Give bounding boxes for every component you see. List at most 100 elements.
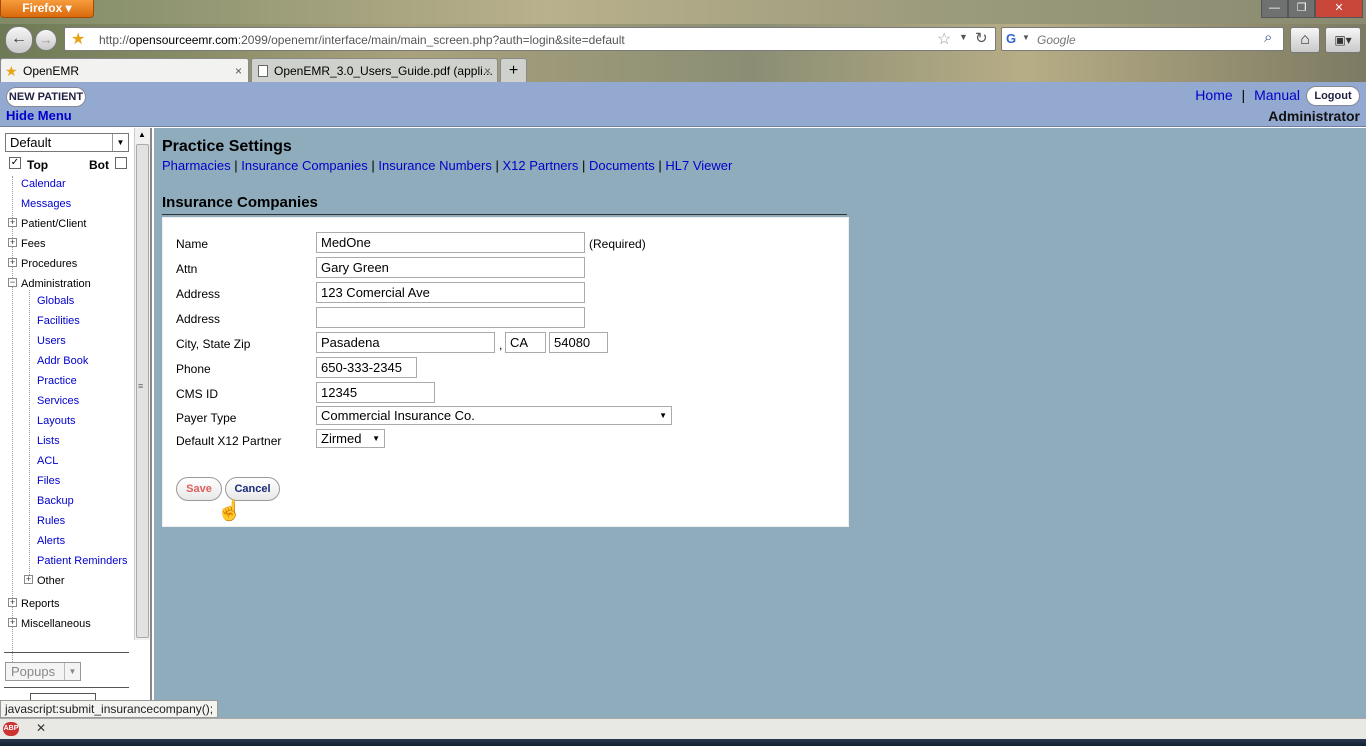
popups-label: Popups — [11, 664, 56, 679]
expand-icon[interactable]: + — [8, 598, 17, 607]
url-bar[interactable]: ★ http://opensourceemr.com:2099/openemr/… — [64, 27, 996, 51]
practice-settings-nav: Pharmacies | Insurance Companies | Insur… — [162, 158, 732, 173]
sidebar-item-miscellaneous[interactable]: Miscellaneous — [21, 618, 91, 630]
sidebar-item-lists[interactable]: Lists — [37, 435, 60, 447]
forward-button[interactable]: → — [35, 29, 57, 51]
save-button[interactable]: Save — [176, 477, 222, 501]
sidebar-item-reports[interactable]: Reports — [21, 598, 60, 610]
sidebar-item-calendar[interactable]: Calendar — [21, 178, 66, 190]
city-field[interactable]: Pasadena — [316, 332, 495, 353]
nav-link-insurance-companies[interactable]: Insurance Companies — [241, 158, 367, 173]
attn-field[interactable]: Gary Green — [316, 257, 585, 278]
sidebar-item-procedures[interactable]: Procedures — [21, 258, 77, 270]
hand-cursor-icon: ☝ — [217, 500, 242, 522]
search-icon[interactable]: ⌕ — [1264, 29, 1272, 46]
search-input[interactable]: Google — [1037, 33, 1076, 47]
plus-icon: + — [508, 62, 519, 79]
sidebar-item-rules[interactable]: Rules — [37, 515, 65, 527]
sidebar-item-acl[interactable]: ACL — [37, 455, 58, 467]
close-addon-bar-icon[interactable]: ✕ — [36, 721, 46, 735]
home-button[interactable]: ⌂ — [1290, 27, 1320, 53]
sidebar-item-layouts[interactable]: Layouts — [37, 415, 76, 427]
address-line1-field[interactable]: 123 Comercial Ave — [316, 282, 585, 303]
zip-field[interactable]: 54080 — [549, 332, 608, 353]
manual-link[interactable]: Manual — [1254, 87, 1300, 103]
hide-menu-link[interactable]: Hide Menu — [6, 108, 72, 123]
phone-field[interactable]: 650-333-2345 — [316, 357, 417, 378]
popups-select[interactable]: Popups ▼ — [5, 662, 81, 681]
expand-icon[interactable]: + — [8, 258, 17, 267]
sidebar-item-patient-reminders[interactable]: Patient Reminders — [37, 555, 128, 567]
back-arrow-icon: ← — [11, 30, 27, 47]
address-line2-field[interactable] — [316, 307, 585, 328]
sidebar-item-practice[interactable]: Practice — [37, 375, 77, 387]
reload-icon[interactable]: ↻ — [975, 29, 988, 47]
back-button[interactable]: ← — [5, 26, 33, 54]
x12-partner-select[interactable]: Zirmed ▼ — [316, 429, 385, 448]
expand-icon[interactable]: + — [8, 218, 17, 227]
sidebar-item-alerts[interactable]: Alerts — [37, 535, 65, 547]
minimize-icon[interactable]: — — [1261, 0, 1288, 18]
sidebar-item-files[interactable]: Files — [37, 475, 60, 487]
scrollbar-thumb[interactable]: ≡ — [136, 144, 149, 638]
chevron-down-icon: ▼ — [659, 411, 667, 420]
nav-link-pharmacies[interactable]: Pharmacies — [162, 158, 231, 173]
nav-link-hl7-viewer[interactable]: HL7 Viewer — [665, 158, 732, 173]
sidebar-item-patient-client[interactable]: Patient/Client — [21, 218, 86, 230]
address-label: Address — [176, 287, 221, 301]
link-separator: | — [581, 158, 586, 173]
sidebar-item-fees[interactable]: Fees — [21, 238, 45, 250]
collapse-icon[interactable]: − — [8, 278, 17, 287]
home-link[interactable]: Home — [1195, 87, 1232, 103]
section-title: Insurance Companies — [162, 194, 847, 215]
tab-users-guide[interactable]: OpenEMR_3.0_Users_Guide.pdf (appli... × — [251, 58, 498, 83]
tab-openemr[interactable]: ★ OpenEMR × — [0, 58, 249, 83]
star-outline-icon[interactable]: ☆ — [937, 29, 951, 49]
top-checkbox[interactable]: ✓ — [9, 157, 21, 169]
status-bar: javascript:submit_insurancecompany(); — [0, 700, 219, 718]
chevron-down-icon[interactable]: ▼ — [959, 32, 968, 42]
sidebar-scrollbar[interactable]: ▲ ≡ — [134, 128, 150, 640]
name-field[interactable]: MedOne — [316, 232, 585, 253]
scroll-up-icon[interactable]: ▲ — [138, 130, 146, 139]
menu-set-select[interactable]: Default ▼ — [5, 133, 129, 152]
nav-link-x12-partners[interactable]: X12 Partners — [502, 158, 578, 173]
state-field[interactable]: CA — [505, 332, 546, 353]
nav-link-insurance-numbers[interactable]: Insurance Numbers — [378, 158, 491, 173]
sidebar-item-messages[interactable]: Messages — [21, 198, 71, 210]
firefox-menu-button[interactable]: Firefox ▾ — [0, 0, 94, 18]
addon-bar: ABP ✕ — [0, 718, 1366, 739]
close-tab-icon[interactable]: × — [484, 59, 491, 83]
sidebar-item-facilities[interactable]: Facilities — [37, 315, 80, 327]
payer-type-select[interactable]: Commercial Insurance Co. ▼ — [316, 406, 672, 425]
adblock-icon[interactable]: ABP — [3, 722, 19, 736]
expand-icon[interactable]: + — [24, 575, 33, 584]
new-patient-button[interactable]: NEW PATIENT — [6, 87, 86, 107]
link-separator: | — [371, 158, 375, 173]
expand-icon[interactable]: + — [8, 618, 17, 627]
nav-link-documents[interactable]: Documents — [589, 158, 655, 173]
sidebar-item-other[interactable]: Other — [37, 575, 65, 587]
openemr-app: NEW PATIENT Hide Menu Home | Manual Logo… — [0, 82, 1366, 718]
maximize-icon[interactable]: ❐ — [1288, 0, 1315, 18]
cms-id-field[interactable]: 12345 — [316, 382, 435, 403]
bot-checkbox[interactable] — [115, 157, 127, 169]
main-content: Practice Settings Pharmacies | Insurance… — [154, 128, 1366, 718]
addon-toolbar-button[interactable]: ▣▾ — [1325, 27, 1361, 53]
sidebar-menu: Default ▼ ✓ Top Bot Calendar Messages + … — [0, 128, 152, 718]
sidebar-item-backup[interactable]: Backup — [37, 495, 74, 507]
expand-icon[interactable]: + — [8, 238, 17, 247]
close-window-icon[interactable]: ✕ — [1315, 0, 1363, 18]
close-tab-icon[interactable]: × — [235, 59, 242, 83]
search-bar[interactable]: G ▼ Google ⌕ — [1001, 27, 1284, 51]
sidebar-item-users[interactable]: Users — [37, 335, 66, 347]
sidebar-item-globals[interactable]: Globals — [37, 295, 74, 307]
new-tab-button[interactable]: + — [500, 58, 527, 83]
sidebar-item-addr-book[interactable]: Addr Book — [37, 355, 88, 367]
logout-button[interactable]: Logout — [1306, 86, 1360, 106]
star-icon: ★ — [5, 63, 18, 79]
sidebar-item-administration[interactable]: Administration — [21, 278, 91, 290]
sidebar-item-services[interactable]: Services — [37, 395, 79, 407]
home-icon: ⌂ — [1300, 31, 1310, 48]
grip-icon: ≡ — [138, 381, 144, 391]
